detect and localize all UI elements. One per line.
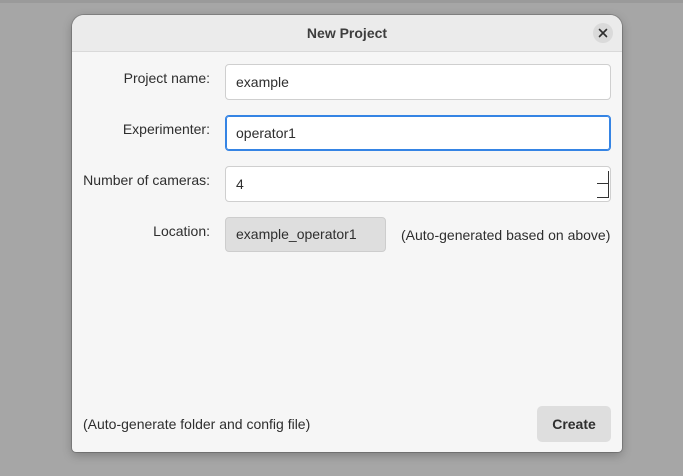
dialog-title: New Project <box>306 25 388 41</box>
location-value-box: example_operator1 <box>225 217 386 252</box>
num-cameras-spinbox[interactable]: 4 <box>225 166 611 202</box>
spin-up-button[interactable] <box>597 183 609 184</box>
experimenter-input[interactable]: operator1 <box>225 115 611 151</box>
spin-down-button[interactable] <box>597 197 609 198</box>
backdrop-top-strip <box>0 0 683 3</box>
project-name-label: Project name: <box>123 70 210 86</box>
close-icon <box>598 28 608 38</box>
experimenter-label: Experimenter: <box>122 121 210 137</box>
footer-note: (Auto-generate folder and config file) <box>83 416 311 432</box>
spin-buttons[interactable] <box>596 167 610 201</box>
new-project-dialog: New Project Project name: example Experi… <box>72 15 622 452</box>
num-cameras-value: 4 <box>236 176 244 192</box>
num-cameras-label: Number of cameras: <box>83 172 210 188</box>
spin-divider <box>608 171 609 197</box>
project-name-input[interactable]: example <box>225 64 611 100</box>
location-label: Location: <box>153 223 210 239</box>
location-hint: (Auto-generated based on above) <box>401 227 611 243</box>
dialog-titlebar: New Project <box>72 15 622 52</box>
create-button[interactable]: Create <box>537 406 611 442</box>
close-button[interactable] <box>593 23 613 43</box>
